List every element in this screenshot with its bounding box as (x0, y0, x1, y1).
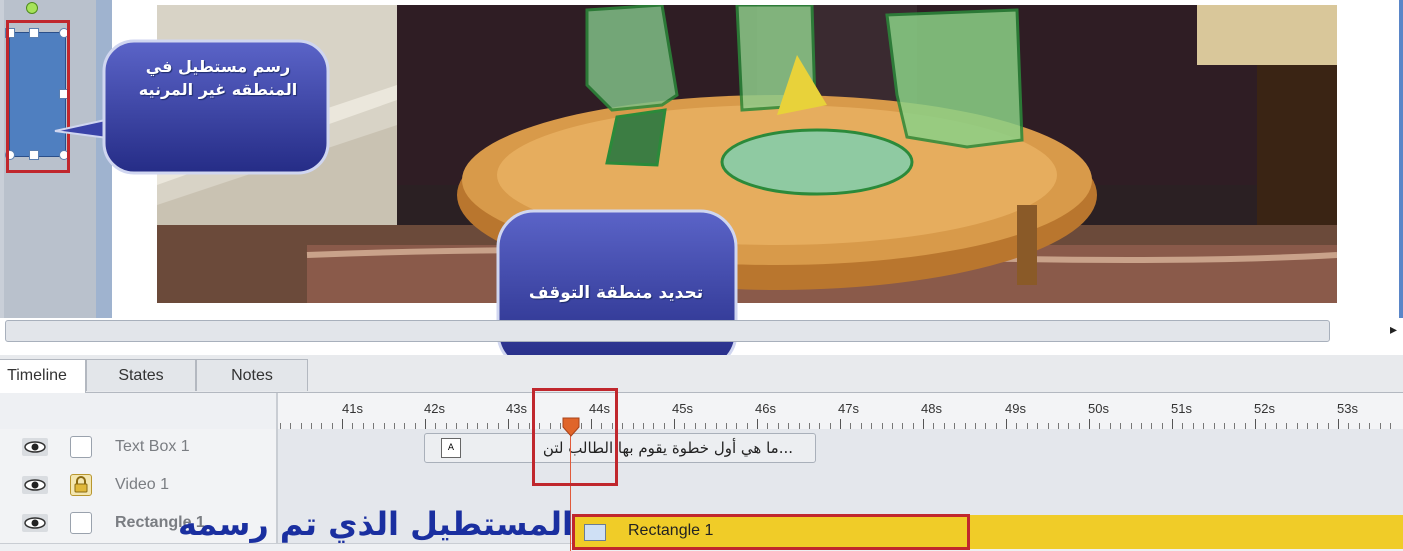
ruler-major-tick (1006, 419, 1007, 429)
stop-area-highlight-box (532, 388, 618, 486)
lock-toggle[interactable] (70, 512, 92, 534)
lock-icon (74, 476, 88, 493)
ruler-major-tick (1255, 419, 1256, 429)
ruler-major-tick (342, 419, 343, 429)
ruler-major-tick (425, 419, 426, 429)
track-row-video[interactable]: Video 1 (0, 467, 1403, 506)
timeline-ruler[interactable]: 41s 42s 43s 44s 45s 46s 47s 48s 49s 50s … (278, 393, 1403, 429)
ruler-tick-label: 46s (755, 401, 776, 416)
ruler-major-tick (674, 419, 675, 429)
timeline-tab-bar: Timeline States Notes (0, 355, 1403, 393)
tab-states[interactable]: States (86, 359, 196, 391)
ruler-major-tick (757, 419, 758, 429)
ruler-tick-label: 45s (672, 401, 693, 416)
callout-text-middle: تحديد منطقة التوقف (528, 283, 704, 303)
lock-toggle[interactable] (70, 436, 92, 458)
callout-text-top: رسم مستطيل في المنطقه غير المرنيه (138, 57, 298, 99)
rotation-handle[interactable] (26, 2, 38, 14)
ruler-major-tick (1338, 419, 1339, 429)
rectangle-caption: المستطيل الذي تم رسمه (178, 505, 573, 543)
ruler-tick-label: 43s (506, 401, 527, 416)
eye-icon[interactable] (22, 514, 48, 532)
track-row-text-box[interactable]: Text Box 1 A ...ما هي أول خطوة يقوم بها … (0, 429, 1403, 468)
ruler-tick-label: 51s (1171, 401, 1192, 416)
ruler-tick-label: 49s (1005, 401, 1026, 416)
rectangle-item-highlight-box (572, 514, 970, 550)
eye-icon[interactable] (22, 438, 48, 456)
tab-notes[interactable]: Notes (196, 359, 308, 391)
track-header: Video 1 (0, 467, 278, 506)
ruler-major-tick (1089, 419, 1090, 429)
ruler-major-tick (1172, 419, 1173, 429)
eye-icon[interactable] (22, 476, 48, 494)
scroll-right-arrow-icon[interactable]: ▸ (1390, 322, 1397, 338)
horizontal-scrollbar[interactable] (5, 320, 1330, 342)
ruler-tick-label: 41s (342, 401, 363, 416)
ruler-major-tick (508, 419, 509, 429)
ruler-tick-label: 48s (921, 401, 942, 416)
lock-toggle[interactable] (70, 474, 92, 496)
ruler-tick-label: 42s (424, 401, 445, 416)
track-header: Text Box 1 (0, 429, 278, 468)
ruler-tick-label: 52s (1254, 401, 1275, 416)
track-lane[interactable]: A ...ما هي أول خطوة يقوم بها الطالب لتن (278, 429, 1403, 468)
ruler-major-tick (840, 419, 841, 429)
track-name: Video 1 (115, 476, 169, 493)
ruler-tick-label: 50s (1088, 401, 1109, 416)
ruler-tick-label: 47s (838, 401, 859, 416)
text-box-icon: A (441, 438, 461, 458)
ruler-tick-label: 53s (1337, 401, 1358, 416)
tab-timeline[interactable]: Timeline (0, 359, 86, 393)
track-name: Text Box 1 (115, 438, 190, 455)
track-lane[interactable] (278, 467, 1403, 506)
ruler-major-tick (923, 419, 924, 429)
text-box-timeline-item[interactable]: A ...ما هي أول خطوة يقوم بها الطالب لتن (424, 433, 816, 463)
timeline-header-blank (0, 393, 278, 429)
